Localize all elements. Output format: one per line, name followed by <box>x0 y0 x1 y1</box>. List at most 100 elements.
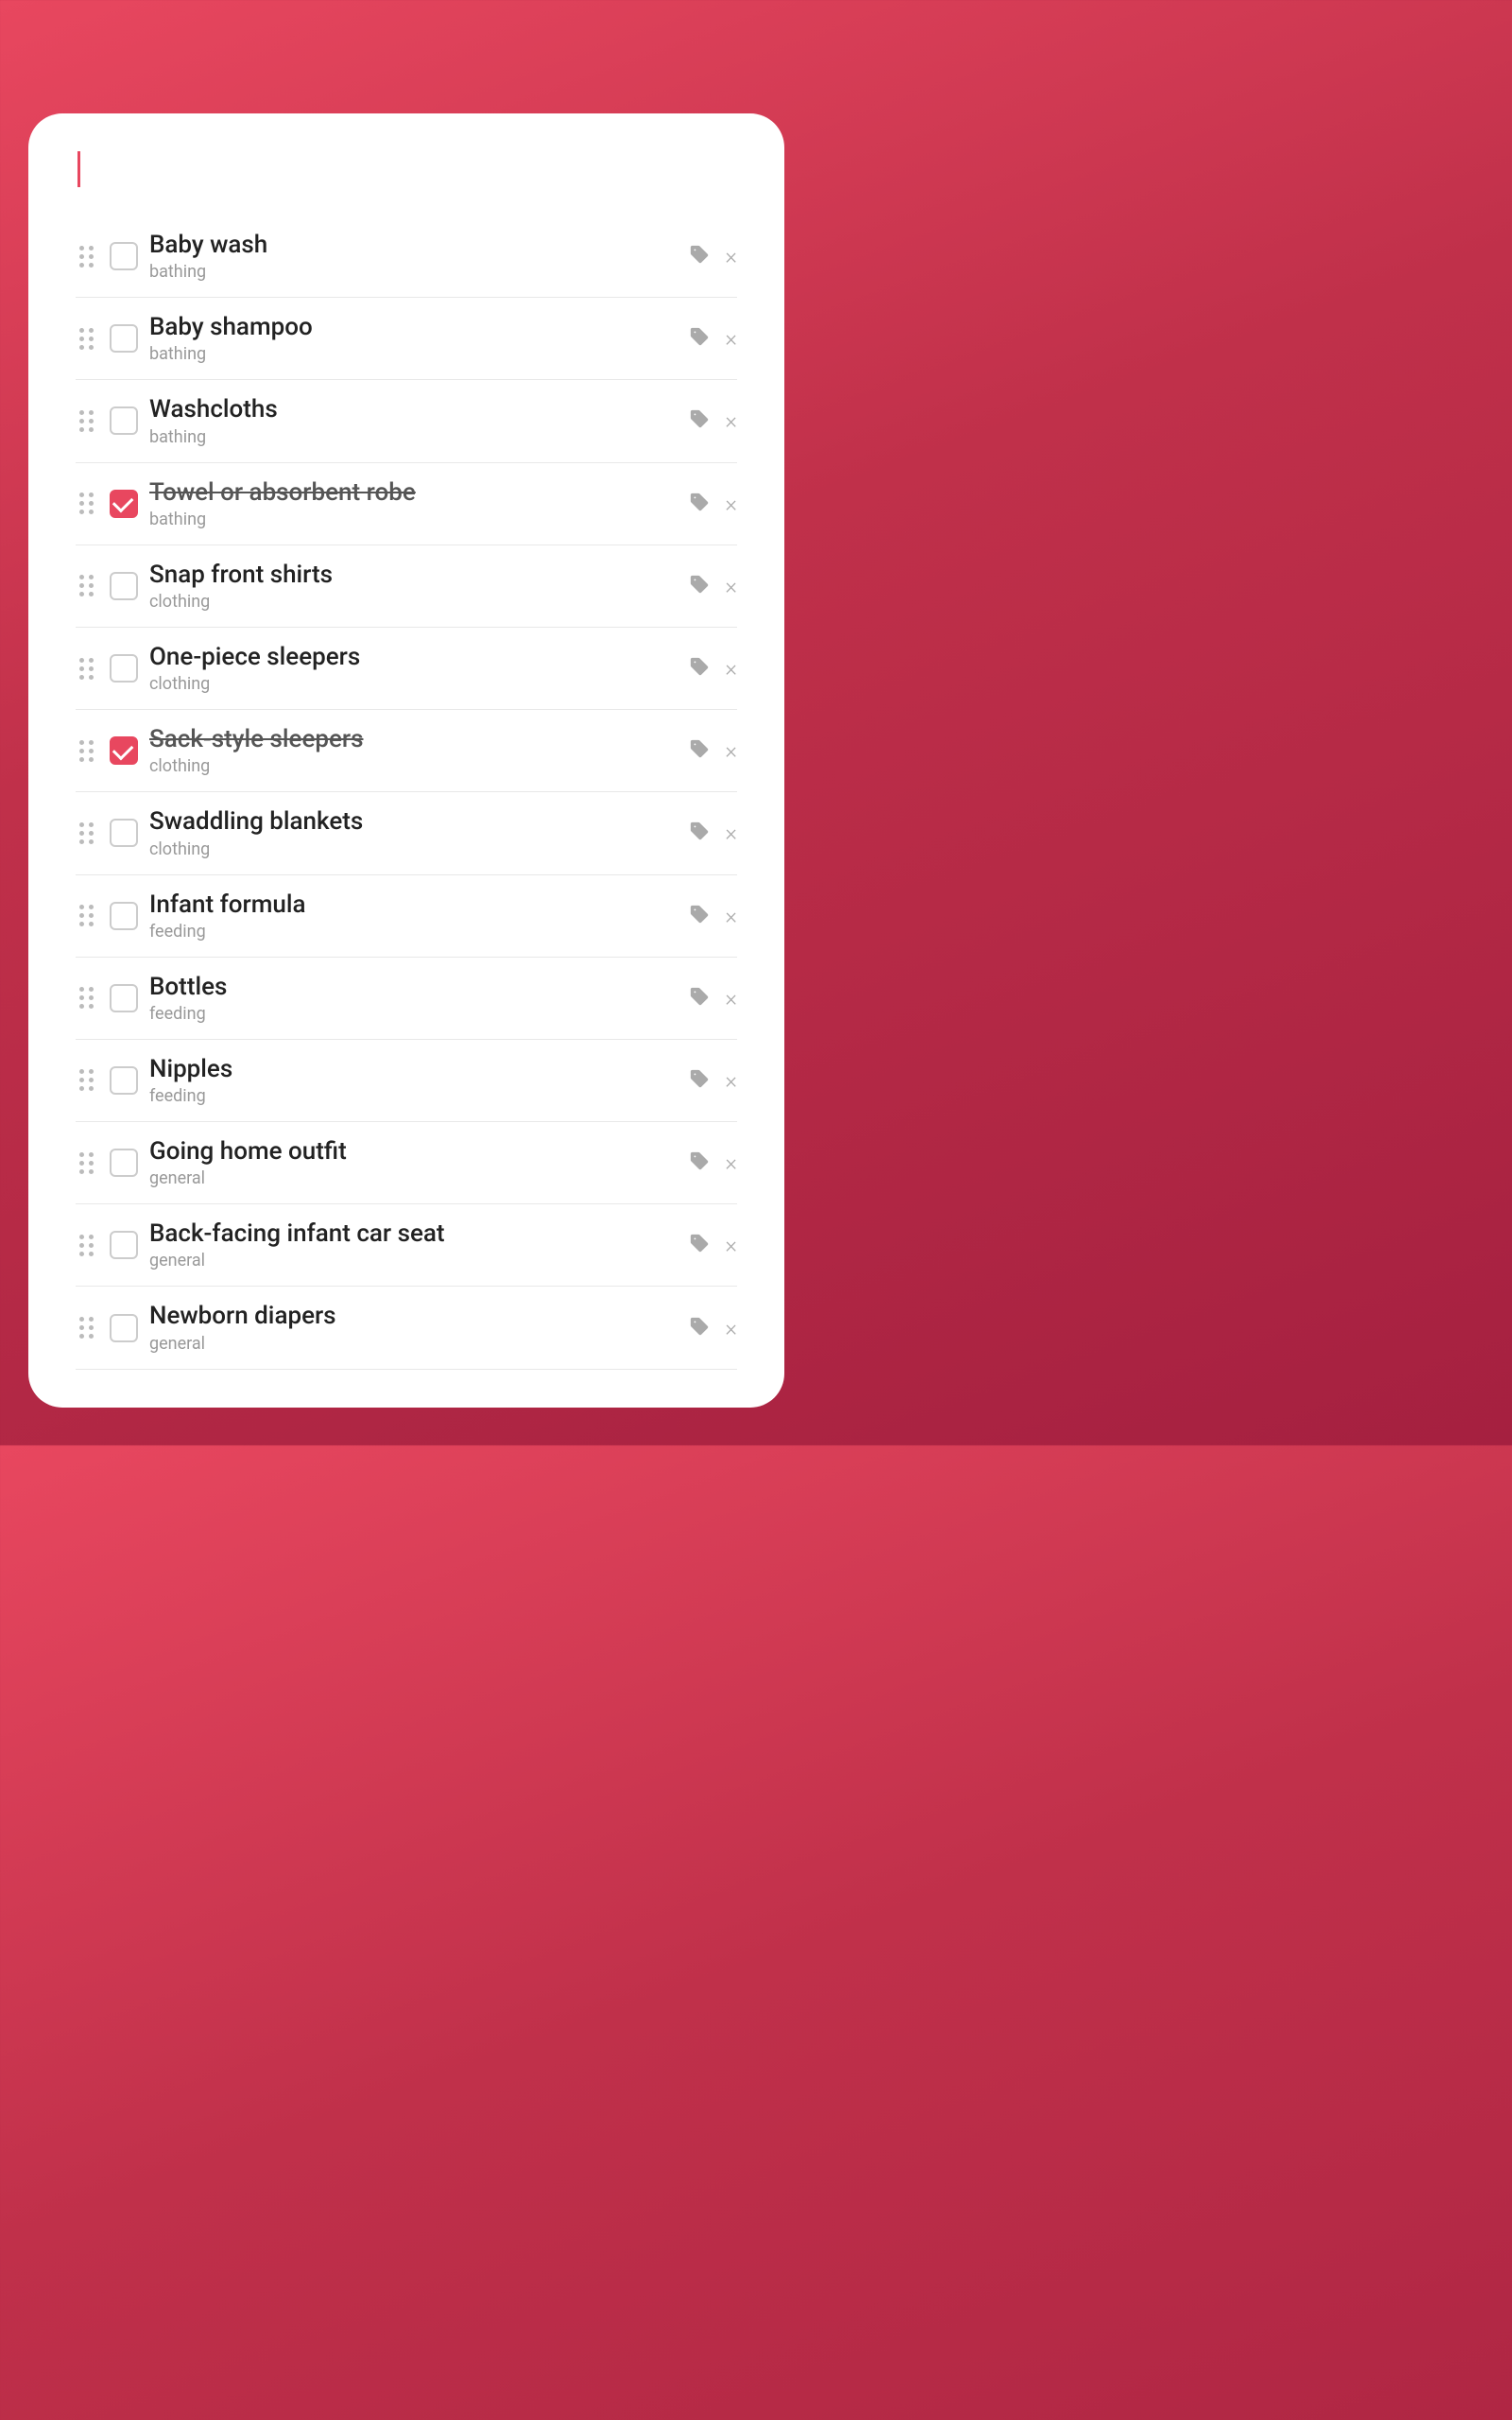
checkbox[interactable] <box>110 490 138 518</box>
checkbox[interactable] <box>110 572 138 600</box>
drag-handle[interactable] <box>76 1065 98 1095</box>
drag-handle[interactable] <box>76 654 98 683</box>
list-item: Washclothsbathing × <box>76 380 737 462</box>
list-item: Bottlesfeeding × <box>76 958 737 1040</box>
tag-button[interactable] <box>689 821 710 845</box>
item-name: Baby shampoo <box>149 313 678 342</box>
list-item: Going home outfitgeneral × <box>76 1122 737 1204</box>
checkbox[interactable] <box>110 324 138 353</box>
item-name: Nipples <box>149 1055 678 1084</box>
item-text: Baby shampoobathing <box>149 313 678 364</box>
drag-handle[interactable] <box>76 242 98 271</box>
item-text: Washclothsbathing <box>149 395 678 446</box>
tag-button[interactable] <box>689 656 710 681</box>
item-text: Towel or absorbent robebathing <box>149 478 678 529</box>
tag-button[interactable] <box>689 408 710 433</box>
checkbox[interactable] <box>110 902 138 930</box>
checkbox[interactable] <box>110 654 138 683</box>
checkbox[interactable] <box>110 1066 138 1095</box>
tag-button[interactable] <box>689 326 710 351</box>
tag-button[interactable] <box>689 986 710 1011</box>
item-actions: × <box>689 574 737 598</box>
remove-button[interactable]: × <box>725 1317 737 1340</box>
drag-handle[interactable] <box>76 1313 98 1342</box>
item-text: Going home outfitgeneral <box>149 1137 678 1188</box>
list-item: Baby shampoobathing × <box>76 298 737 380</box>
remove-button[interactable]: × <box>725 657 737 680</box>
item-name: Swaddling blankets <box>149 807 678 837</box>
remove-button[interactable]: × <box>725 1069 737 1092</box>
item-text: Nipplesfeeding <box>149 1055 678 1106</box>
remove-button[interactable]: × <box>725 1151 737 1174</box>
drag-handle[interactable] <box>76 489 98 518</box>
drag-handle[interactable] <box>76 571 98 600</box>
item-text: Back-facing infant car seatgeneral <box>149 1219 678 1270</box>
remove-button[interactable]: × <box>725 821 737 844</box>
remove-button[interactable]: × <box>725 1234 737 1256</box>
item-actions: × <box>689 1233 737 1257</box>
drag-handle[interactable] <box>76 819 98 848</box>
item-category: feeding <box>149 922 678 942</box>
item-text: Swaddling blanketsclothing <box>149 807 678 858</box>
item-actions: × <box>689 244 737 268</box>
checkbox[interactable] <box>110 819 138 847</box>
item-actions: × <box>689 1150 737 1175</box>
tag-button[interactable] <box>689 1316 710 1340</box>
item-category: bathing <box>149 344 678 364</box>
item-category: bathing <box>149 262 678 282</box>
item-name: Snap front shirts <box>149 561 678 590</box>
checkbox[interactable] <box>110 406 138 435</box>
checkbox[interactable] <box>110 242 138 270</box>
item-text: Bottlesfeeding <box>149 973 678 1024</box>
list-item: Sack-style sleepersclothing × <box>76 710 737 792</box>
item-name: Bottles <box>149 973 678 1002</box>
remove-button[interactable]: × <box>725 987 737 1010</box>
checkbox[interactable] <box>110 1314 138 1342</box>
drag-handle[interactable] <box>76 1149 98 1178</box>
drag-handle[interactable] <box>76 736 98 766</box>
item-category: general <box>149 1251 678 1270</box>
list-item: One-piece sleepersclothing× <box>76 628 737 710</box>
tag-button[interactable] <box>689 904 710 928</box>
item-name: Washcloths <box>149 395 678 424</box>
item-name: Sack-style sleepers <box>149 725 678 754</box>
remove-button[interactable]: × <box>725 409 737 432</box>
drag-handle[interactable] <box>76 1231 98 1260</box>
remove-button[interactable]: × <box>725 245 737 268</box>
drag-handle[interactable] <box>76 324 98 354</box>
item-actions: × <box>689 986 737 1011</box>
remove-button[interactable]: × <box>725 575 737 597</box>
item-actions: × <box>689 821 737 845</box>
tag-button[interactable] <box>689 244 710 268</box>
item-actions: × <box>689 904 737 928</box>
remove-button[interactable]: × <box>725 905 737 927</box>
item-category: bathing <box>149 510 678 529</box>
remove-button[interactable]: × <box>725 493 737 515</box>
item-name: Going home outfit <box>149 1137 678 1167</box>
item-actions: × <box>689 492 737 516</box>
text-cursor <box>77 151 80 187</box>
checkbox[interactable] <box>110 736 138 765</box>
tag-button[interactable] <box>689 1233 710 1257</box>
drag-handle[interactable] <box>76 983 98 1012</box>
item-text: Sack-style sleepersclothing <box>149 725 678 776</box>
remove-button[interactable]: × <box>725 327 737 350</box>
list-item: Nipplesfeeding × <box>76 1040 737 1122</box>
tag-button[interactable] <box>689 1068 710 1093</box>
tag-button[interactable] <box>689 574 710 598</box>
drag-handle[interactable] <box>76 406 98 436</box>
list-item: Snap front shirtsclothing × <box>76 545 737 628</box>
tag-button[interactable] <box>689 1150 710 1175</box>
checkbox[interactable] <box>110 984 138 1012</box>
tag-button[interactable] <box>689 492 710 516</box>
checklist-container: Baby washbathing×Baby shampoobathing×Was… <box>76 216 737 1370</box>
tag-button[interactable] <box>689 738 710 763</box>
list-item: Swaddling blanketsclothing × <box>76 792 737 874</box>
drag-handle[interactable] <box>76 901 98 930</box>
remove-button[interactable]: × <box>725 739 737 762</box>
checklist-card: Baby washbathing×Baby shampoobathing×Was… <box>28 113 784 1408</box>
item-category: clothing <box>149 839 678 859</box>
checkbox[interactable] <box>110 1231 138 1259</box>
checkbox[interactable] <box>110 1149 138 1177</box>
item-category: clothing <box>149 592 678 612</box>
